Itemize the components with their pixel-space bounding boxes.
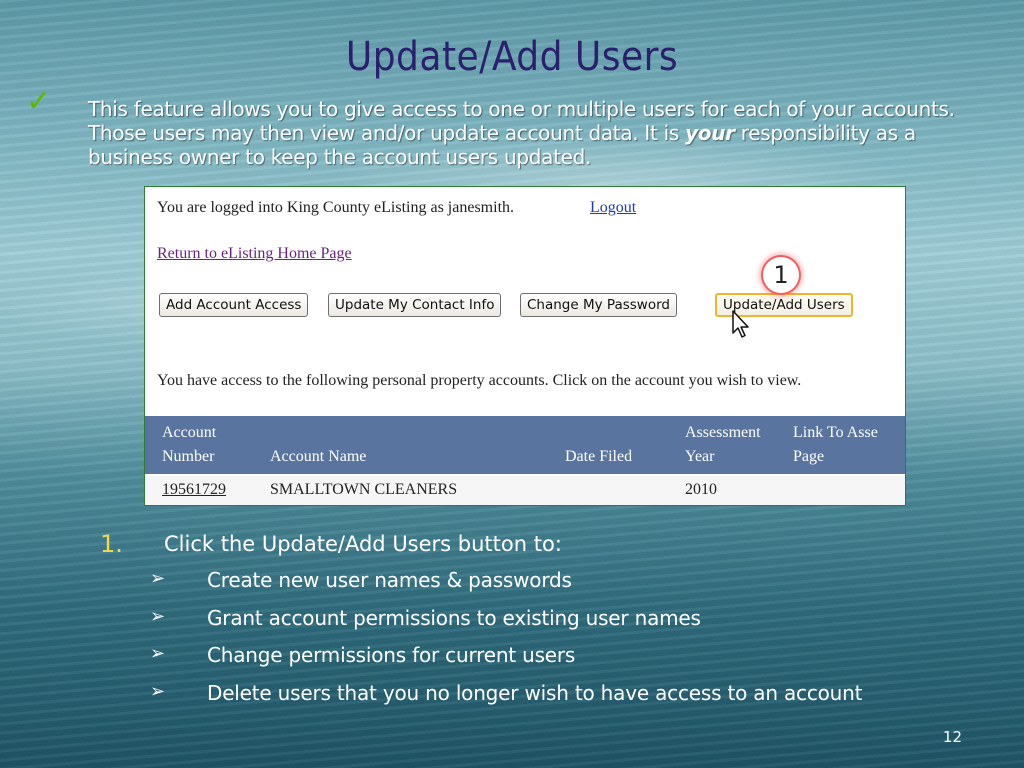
logout-link[interactable]: Logout (590, 199, 636, 217)
table-row[interactable]: 19561729 SMALLTOWN CLEANERS 2010 (145, 476, 905, 505)
account-number-link[interactable]: 19561729 (162, 481, 226, 499)
page-number: 12 (942, 728, 962, 746)
assessment-year-cell: 2010 (685, 481, 717, 498)
arrow-bullet-icon: ➢ (150, 680, 166, 702)
slide-title: Update/Add Users (345, 34, 679, 80)
step-text: Click the Update/Add Users button to: (164, 532, 562, 556)
header-account-name: Account Name (270, 448, 367, 465)
mouse-pointer-icon (732, 310, 749, 338)
accounts-table-header: Account Number Account Name Date Filed A… (145, 416, 905, 474)
checkmark-icon: ✓ (26, 84, 52, 119)
return-home-link[interactable]: Return to eListing Home Page (157, 245, 352, 263)
header-assessment-year-line2: Year (685, 448, 715, 465)
change-password-button[interactable]: Change My Password (520, 293, 677, 317)
update-contact-info-button[interactable]: Update My Contact Info (328, 293, 502, 317)
intro-emphasis: your (685, 121, 735, 145)
arrow-bullet-icon: ➢ (150, 605, 166, 627)
arrow-bullet-icon: ➢ (150, 643, 166, 664)
arrow-bullet-icon: ➢ (150, 568, 166, 589)
bullet-text: Create new user names & passwords (207, 568, 572, 592)
header-account-number-line2: Number (162, 448, 215, 465)
step-number: 1. (100, 530, 123, 558)
header-link-line1: Link To Asse (793, 424, 878, 441)
add-account-access-button[interactable]: Add Account Access (159, 293, 309, 317)
login-status-text: You are logged into King County eListing… (157, 199, 515, 216)
bullet-text: Delete users that you no longer wish to … (207, 680, 863, 705)
bullet-text: Change permissions for current users (207, 643, 576, 667)
step-callout-badge: 1 (763, 257, 799, 293)
header-link-line2: Page (793, 448, 825, 465)
intro-paragraph: This feature allows you to give access t… (88, 97, 988, 169)
bullet-text: Grant account permissions to existing us… (207, 605, 701, 630)
elisting-screenshot: You are logged into King County eListing… (144, 186, 906, 506)
header-date-filed: Date Filed (565, 448, 633, 465)
header-assessment-year-line1: Assessment (685, 424, 761, 441)
account-name-cell: SMALLTOWN CLEANERS (270, 481, 458, 498)
header-account-number-line1: Account (162, 424, 217, 441)
access-instructions-text: You have access to the following persona… (157, 372, 802, 389)
